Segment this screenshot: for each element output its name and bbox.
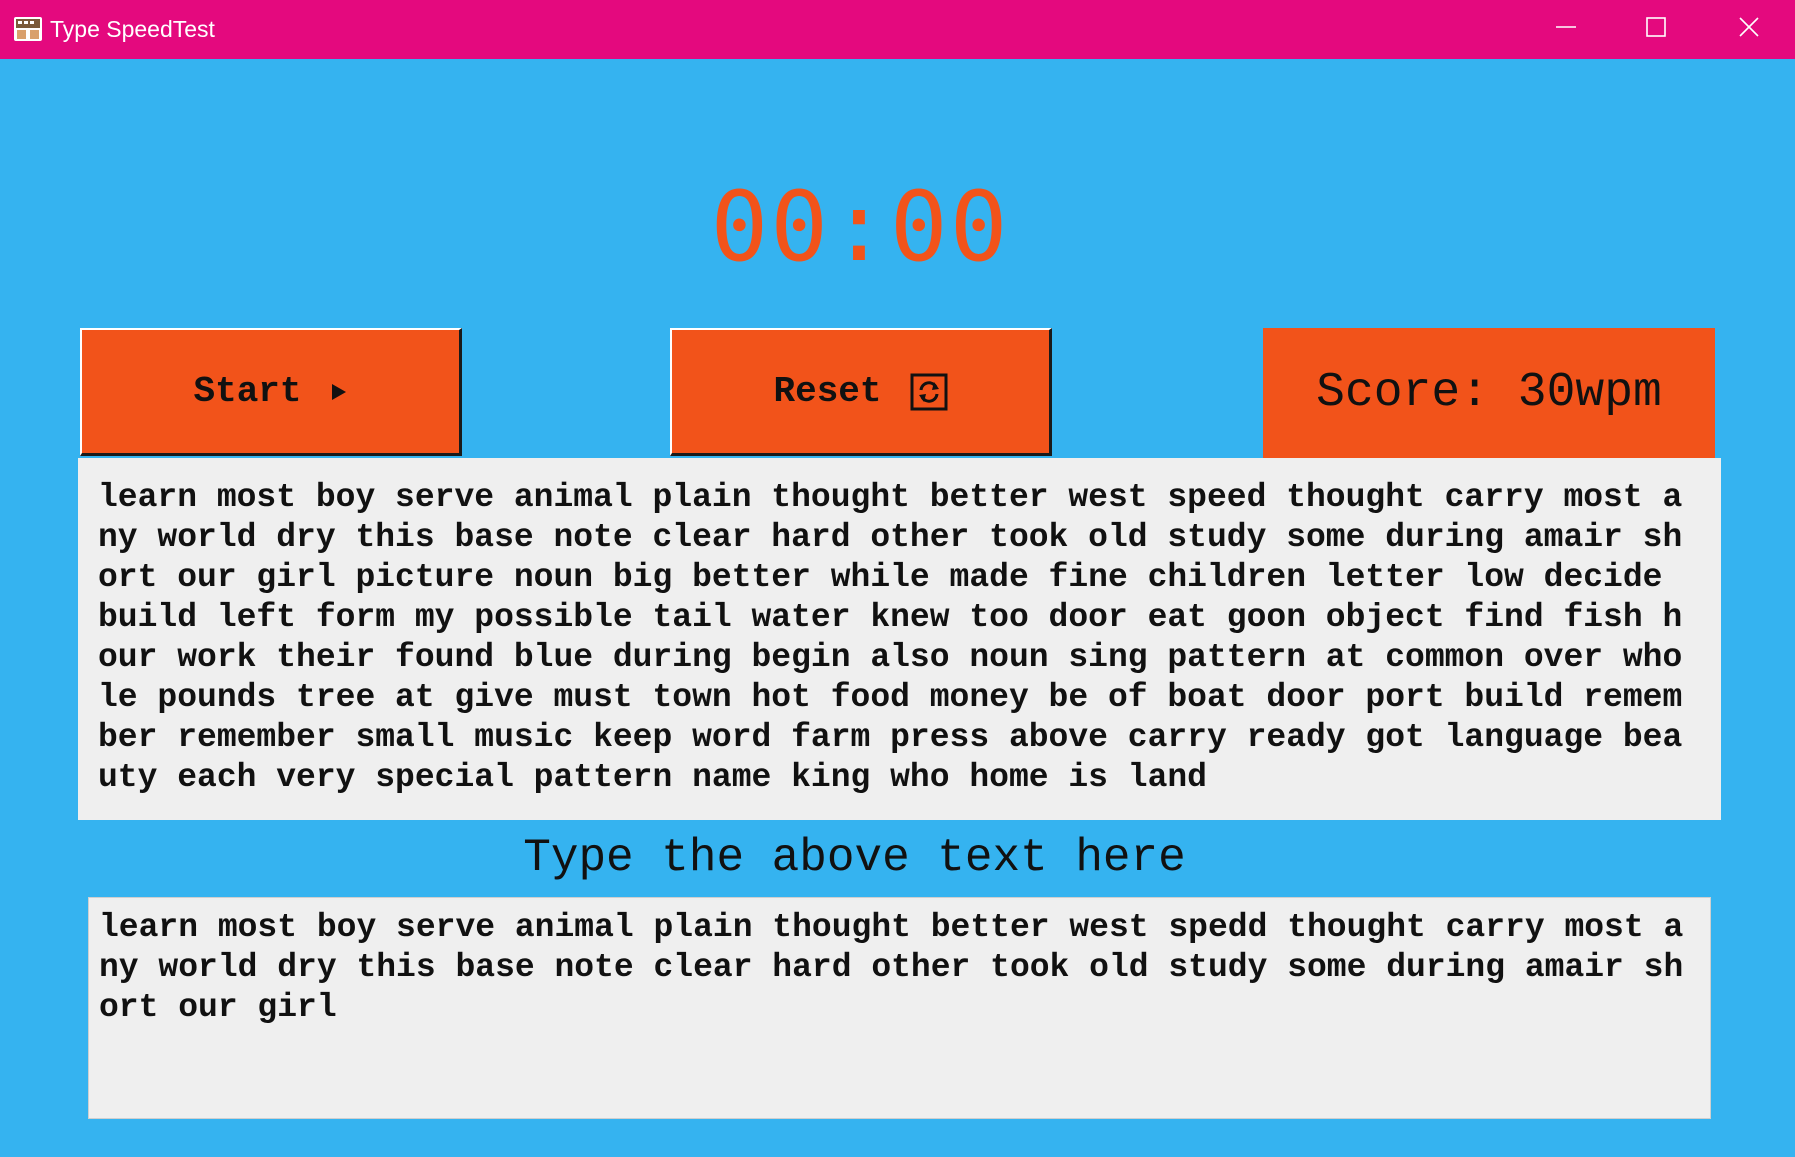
maximize-button[interactable]	[1611, 0, 1701, 59]
timer-display: 00:00	[710, 171, 1010, 283]
maximize-icon	[1645, 16, 1667, 43]
instruction-label: Type the above text here	[523, 832, 1186, 884]
window-title: Type SpeedTest	[50, 16, 215, 42]
play-icon	[330, 382, 348, 402]
close-icon	[1738, 16, 1760, 43]
start-label: Start	[193, 371, 302, 412]
minimize-icon	[1555, 16, 1577, 43]
sample-text-box: learn most boy serve animal plain though…	[78, 458, 1721, 820]
close-button[interactable]	[1704, 0, 1794, 59]
reset-label: Reset	[773, 371, 882, 412]
app-icon	[13, 14, 43, 44]
score-display: Score: 30wpm	[1263, 328, 1715, 458]
reset-button[interactable]: Reset	[670, 328, 1052, 456]
minimize-button[interactable]	[1521, 0, 1611, 59]
typing-input[interactable]: learn most boy serve animal plain though…	[88, 897, 1711, 1119]
refresh-icon	[910, 373, 948, 411]
start-button[interactable]: Start	[80, 328, 462, 456]
title-bar: Type SpeedTest	[0, 0, 1795, 59]
